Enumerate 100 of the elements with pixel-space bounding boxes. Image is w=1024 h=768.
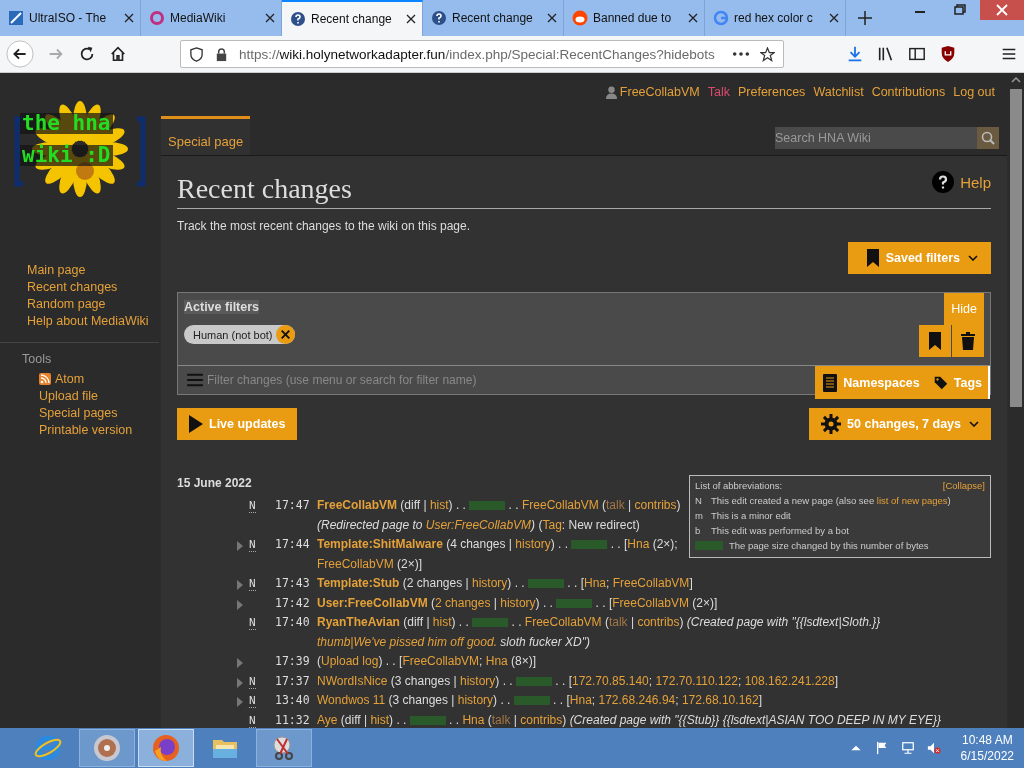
link[interactable]: 108.162.241.228 (744, 673, 835, 688)
link[interactable]: history (500, 595, 536, 610)
page-link[interactable]: Template:ShitMalware (317, 537, 443, 551)
save-filters-button[interactable] (919, 325, 951, 357)
link[interactable]: FreeCollabVM (402, 654, 480, 668)
user-link[interactable]: Talk (707, 85, 730, 99)
search-icon[interactable] (977, 127, 999, 149)
help-link[interactable]: Help (960, 173, 991, 191)
home-icon[interactable] (109, 45, 127, 63)
sidebar-link[interactable]: Random page (27, 297, 161, 311)
taskbar-button[interactable] (256, 729, 312, 767)
expand-icon[interactable] (237, 697, 243, 707)
lock-icon[interactable] (214, 46, 229, 62)
link[interactable]: Tag (542, 517, 562, 532)
link[interactable]: hist (429, 498, 449, 512)
logo[interactable]: the hna wiki :D (14, 99, 146, 199)
sidebar-link[interactable]: Printable version (39, 423, 159, 437)
summary-link[interactable]: him off good. (424, 634, 497, 649)
help-icon[interactable] (932, 171, 955, 193)
user-link[interactable]: Preferences (737, 85, 806, 99)
page-link[interactable]: FreeCollabVM (317, 498, 397, 512)
link[interactable]: Hna (462, 712, 485, 727)
reload-icon[interactable] (78, 45, 96, 63)
page-link[interactable]: RyanTheAvian (317, 615, 400, 629)
scroll-up-icon[interactable] (1010, 77, 1021, 83)
clear-filters-button[interactable] (952, 325, 984, 357)
link[interactable]: 2 changes (435, 595, 491, 610)
page-link[interactable]: Wondwos 11 (317, 693, 386, 707)
page-link[interactable]: Aye (317, 712, 338, 727)
user-link[interactable]: Contributions (871, 85, 946, 99)
star-icon[interactable] (760, 46, 775, 62)
summary-link[interactable]: thumb|We've pissed (317, 634, 425, 649)
close-icon[interactable] (124, 13, 134, 23)
link[interactable]: contribs (520, 712, 563, 727)
shield-icon[interactable] (189, 46, 204, 62)
sidebar-icon[interactable] (908, 45, 926, 63)
filter-field[interactable]: Filter changes (use menu or search for filter name) (204, 373, 816, 387)
link[interactable]: 172.70.85.140 (572, 673, 649, 688)
address-bar[interactable]: https://wiki.holynetworkadapter.fun/index.php/Special:RecentChanges?hidebots (180, 40, 784, 68)
talk-link[interactable]: talk (608, 615, 628, 629)
search-field[interactable]: Search HNA Wiki (775, 127, 977, 149)
link[interactable]: FreeCollabVM (317, 556, 394, 571)
close-icon[interactable] (829, 13, 839, 23)
link[interactable]: Hna (627, 537, 650, 551)
sidebar-link[interactable]: Recent changes (27, 280, 161, 294)
sidebar-link[interactable]: Upload file (39, 389, 159, 403)
link[interactable]: 172.68.10.162 (681, 693, 759, 707)
sidebar-link[interactable]: Atom (55, 372, 85, 386)
page-link[interactable]: NWordIsNice (317, 673, 388, 688)
user-link[interactable]: Log out (953, 85, 995, 99)
taskbar-button[interactable] (138, 729, 194, 767)
link[interactable]: Upload log (321, 654, 379, 668)
expand-icon[interactable] (237, 541, 243, 551)
link[interactable]: list of new pages (876, 495, 948, 506)
link[interactable]: Hna (584, 576, 606, 590)
link[interactable]: hist (432, 615, 452, 629)
close-icon[interactable] (406, 14, 416, 24)
sidebar-link[interactable]: Main page (27, 263, 161, 277)
link[interactable]: history (459, 673, 496, 688)
browser-tab[interactable]: Recent change (282, 0, 423, 36)
talk-link[interactable]: talk (606, 498, 625, 512)
network-icon[interactable] (900, 741, 915, 755)
page-link[interactable]: User:FreeCollabVM (317, 595, 428, 610)
shield-icon[interactable] (939, 45, 957, 63)
filter-chip[interactable]: Human (not bot) (184, 325, 296, 344)
user-link[interactable]: FreeCollabVM (619, 85, 700, 99)
link[interactable]: history (457, 693, 494, 707)
link[interactable]: 172.70.110.122 (655, 673, 738, 688)
link[interactable]: FreeCollabVM (521, 498, 599, 512)
link[interactable]: contribs (637, 615, 680, 629)
new-tab-icon[interactable] (858, 11, 872, 25)
close-icon[interactable] (547, 13, 557, 23)
library-icon[interactable] (877, 45, 895, 63)
sidebar-link[interactable]: Special pages (39, 406, 159, 420)
download-icon[interactable] (846, 45, 864, 63)
volume-muted-icon[interactable] (926, 741, 941, 755)
clock[interactable]: 10:48 AM 6/15/2022 (952, 732, 1024, 764)
link[interactable]: FreeCollabVM (612, 595, 689, 610)
expand-icon[interactable] (237, 580, 243, 590)
link[interactable]: contribs (634, 498, 677, 512)
page-link[interactable]: Template:Stub (317, 576, 400, 590)
scrollbar-thumb[interactable] (1009, 89, 1022, 407)
expand-icon[interactable] (237, 599, 243, 610)
back-icon[interactable] (6, 40, 34, 68)
user-link[interactable]: Watchlist (813, 85, 864, 99)
page-tab[interactable]: Special page (161, 116, 251, 155)
expand-icon[interactable] (237, 658, 243, 668)
remove-icon[interactable] (276, 325, 296, 344)
flag-icon[interactable] (874, 741, 889, 755)
close-icon[interactable] (265, 13, 275, 23)
link[interactable]: Hna (485, 654, 508, 668)
expand-icon[interactable] (237, 677, 243, 688)
link[interactable]: history (515, 537, 551, 551)
close-icon[interactable] (688, 13, 698, 23)
link[interactable]: hist (370, 712, 390, 727)
talk-link[interactable]: talk (491, 712, 511, 727)
link[interactable]: FreeCollabVM (524, 615, 602, 629)
more-icon[interactable] (732, 51, 750, 57)
collapse-link[interactable]: [Collapse] (942, 480, 985, 491)
sidebar-link[interactable]: Help about MediaWiki (27, 314, 161, 328)
